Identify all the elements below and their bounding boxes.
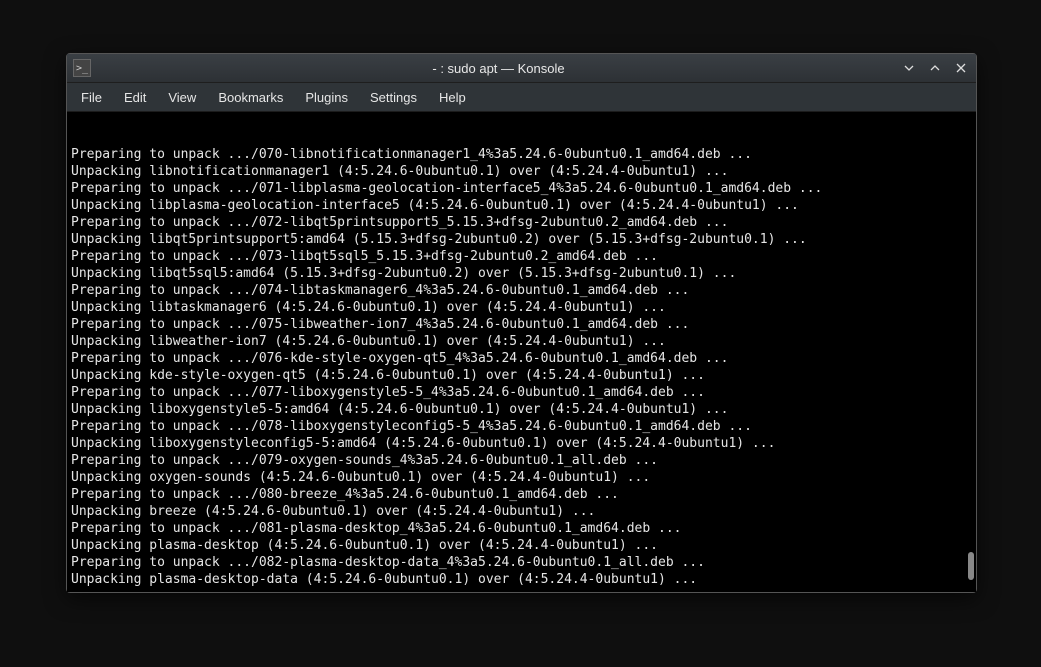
terminal-area[interactable]: Preparing to unpack .../070-libnotificat… (67, 112, 976, 592)
terminal-line: Unpacking plasma-desktop-data (4:5.24.6-… (71, 571, 972, 588)
terminal-line: Unpacking libtaskmanager6 (4:5.24.6-0ubu… (71, 299, 972, 316)
terminal-line: Unpacking oxygen-sounds (4:5.24.6-0ubunt… (71, 469, 972, 486)
terminal-output: Preparing to unpack .../070-libnotificat… (71, 146, 972, 588)
terminal-line: Preparing to unpack .../077-liboxygensty… (71, 384, 972, 401)
terminal-line: Unpacking kde-style-oxygen-qt5 (4:5.24.6… (71, 367, 972, 384)
menu-bookmarks[interactable]: Bookmarks (208, 86, 293, 109)
window-controls (900, 59, 970, 77)
terminal-line: Preparing to unpack .../082-plasma-deskt… (71, 554, 972, 571)
terminal-line: Preparing to unpack .../073-libqt5sql5_5… (71, 248, 972, 265)
menu-help[interactable]: Help (429, 86, 476, 109)
terminal-line: Preparing to unpack .../070-libnotificat… (71, 146, 972, 163)
window-title: - : sudo apt — Konsole (97, 61, 900, 76)
terminal-line: Unpacking libweather-ion7 (4:5.24.6-0ubu… (71, 333, 972, 350)
terminal-line: Preparing to unpack .../080-breeze_4%3a5… (71, 486, 972, 503)
terminal-line: Unpacking libqt5sql5:amd64 (5.15.3+dfsg-… (71, 265, 972, 282)
terminal-scrollbar[interactable] (968, 552, 974, 580)
terminal-line: Preparing to unpack .../079-oxygen-sound… (71, 452, 972, 469)
terminal-line: Unpacking plasma-desktop (4:5.24.6-0ubun… (71, 537, 972, 554)
terminal-line: Preparing to unpack .../072-libqt5prints… (71, 214, 972, 231)
terminal-line: Preparing to unpack .../081-plasma-deskt… (71, 520, 972, 537)
konsole-window: >_ - : sudo apt — Konsole File Edit View… (66, 53, 977, 593)
terminal-line: Unpacking breeze (4:5.24.6-0ubuntu0.1) o… (71, 503, 972, 520)
terminal-line: Preparing to unpack .../071-libplasma-ge… (71, 180, 972, 197)
minimize-button[interactable] (900, 59, 918, 77)
close-button[interactable] (952, 59, 970, 77)
menu-settings[interactable]: Settings (360, 86, 427, 109)
terminal-line: Unpacking libnotificationmanager1 (4:5.2… (71, 163, 972, 180)
terminal-line: Preparing to unpack .../076-kde-style-ox… (71, 350, 972, 367)
menu-edit[interactable]: Edit (114, 86, 156, 109)
terminal-line: Preparing to unpack .../075-libweather-i… (71, 316, 972, 333)
terminal-line: Preparing to unpack .../074-libtaskmanag… (71, 282, 972, 299)
maximize-button[interactable] (926, 59, 944, 77)
menu-plugins[interactable]: Plugins (295, 86, 358, 109)
menu-view[interactable]: View (158, 86, 206, 109)
terminal-line: Unpacking liboxygenstyleconfig5-5:amd64 … (71, 435, 972, 452)
terminal-line: Unpacking libqt5printsupport5:amd64 (5.1… (71, 231, 972, 248)
terminal-line: Unpacking libplasma-geolocation-interfac… (71, 197, 972, 214)
menubar: File Edit View Bookmarks Plugins Setting… (67, 83, 976, 112)
terminal-line: Preparing to unpack .../078-liboxygensty… (71, 418, 972, 435)
menu-file[interactable]: File (71, 86, 112, 109)
terminal-icon: >_ (73, 59, 91, 77)
titlebar[interactable]: >_ - : sudo apt — Konsole (67, 54, 976, 83)
terminal-line: Unpacking liboxygenstyle5-5:amd64 (4:5.2… (71, 401, 972, 418)
